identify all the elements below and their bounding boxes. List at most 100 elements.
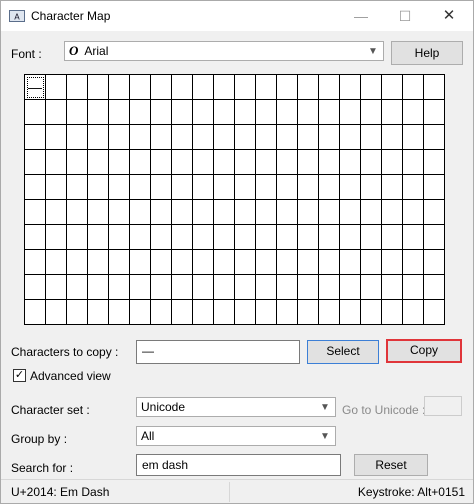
goto-unicode-input[interactable] [424, 396, 462, 416]
character-cell[interactable] [382, 100, 403, 125]
character-cell[interactable] [109, 100, 130, 125]
character-cell[interactable] [340, 300, 361, 325]
character-cell[interactable] [214, 250, 235, 275]
font-select[interactable]: O Arial ▼ [64, 41, 384, 61]
character-cell[interactable] [193, 75, 214, 100]
character-cell[interactable] [130, 75, 151, 100]
character-cell[interactable] [130, 125, 151, 150]
character-cell[interactable] [88, 300, 109, 325]
character-cell[interactable] [298, 300, 319, 325]
character-cell[interactable] [130, 200, 151, 225]
character-cell[interactable] [298, 175, 319, 200]
character-cell[interactable] [277, 200, 298, 225]
character-cell[interactable] [46, 275, 67, 300]
character-cell[interactable] [46, 300, 67, 325]
character-cell[interactable] [319, 175, 340, 200]
character-cell[interactable] [340, 250, 361, 275]
character-cell[interactable] [151, 150, 172, 175]
character-cell[interactable] [214, 175, 235, 200]
character-cell[interactable] [235, 125, 256, 150]
character-cell[interactable] [235, 300, 256, 325]
character-cell[interactable] [25, 300, 46, 325]
character-cell[interactable] [25, 100, 46, 125]
character-cell[interactable] [109, 150, 130, 175]
character-cell[interactable] [109, 125, 130, 150]
character-cell[interactable] [382, 175, 403, 200]
character-cell[interactable] [25, 200, 46, 225]
character-cell[interactable] [403, 150, 424, 175]
character-cell[interactable] [340, 100, 361, 125]
character-cell[interactable] [151, 250, 172, 275]
character-cell[interactable] [256, 75, 277, 100]
character-cell[interactable] [46, 175, 67, 200]
character-cell[interactable] [403, 275, 424, 300]
character-cell[interactable] [67, 300, 88, 325]
character-cell[interactable] [424, 150, 445, 175]
character-cell[interactable] [235, 150, 256, 175]
character-cell[interactable] [256, 175, 277, 200]
character-cell[interactable] [88, 150, 109, 175]
character-cell[interactable] [214, 275, 235, 300]
character-cell[interactable] [298, 250, 319, 275]
character-cell[interactable] [403, 200, 424, 225]
character-cell[interactable] [130, 100, 151, 125]
character-cell[interactable] [172, 75, 193, 100]
character-cell[interactable] [319, 75, 340, 100]
character-cell[interactable] [424, 100, 445, 125]
character-cell[interactable] [193, 150, 214, 175]
character-cell[interactable] [277, 150, 298, 175]
character-cell[interactable] [67, 100, 88, 125]
character-cell[interactable] [298, 125, 319, 150]
character-cell[interactable] [361, 225, 382, 250]
character-cell[interactable] [109, 200, 130, 225]
character-cell[interactable] [193, 300, 214, 325]
character-cell[interactable] [151, 300, 172, 325]
character-cell[interactable] [424, 75, 445, 100]
character-cell[interactable] [67, 250, 88, 275]
character-cell[interactable] [172, 275, 193, 300]
character-cell[interactable] [67, 200, 88, 225]
character-set-select[interactable]: Unicode ▼ [136, 397, 336, 417]
character-cell[interactable] [109, 75, 130, 100]
character-cell[interactable] [256, 250, 277, 275]
character-cell[interactable] [151, 100, 172, 125]
character-cell[interactable] [319, 225, 340, 250]
character-cell[interactable] [382, 150, 403, 175]
character-cell[interactable] [298, 275, 319, 300]
character-grid[interactable]: — [24, 74, 445, 325]
character-cell[interactable] [172, 125, 193, 150]
character-cell[interactable] [193, 275, 214, 300]
character-cell[interactable] [382, 200, 403, 225]
character-cell[interactable] [88, 100, 109, 125]
character-cell[interactable] [109, 175, 130, 200]
character-cell[interactable] [403, 100, 424, 125]
character-cell[interactable] [172, 200, 193, 225]
character-cell[interactable] [403, 125, 424, 150]
title-bar[interactable]: A Character Map — ☐ ✕ [1, 1, 473, 31]
character-cell[interactable] [277, 175, 298, 200]
character-cell[interactable] [130, 175, 151, 200]
character-cell[interactable] [130, 300, 151, 325]
advanced-view-checkbox[interactable]: ✓ [13, 369, 26, 382]
character-cell[interactable] [25, 125, 46, 150]
character-cell[interactable] [361, 125, 382, 150]
help-button[interactable]: Help [391, 41, 463, 65]
character-cell[interactable] [88, 75, 109, 100]
character-cell[interactable] [319, 250, 340, 275]
character-cell[interactable] [424, 250, 445, 275]
character-cell[interactable] [88, 125, 109, 150]
copy-button[interactable]: Copy [386, 339, 462, 363]
character-cell[interactable] [214, 125, 235, 150]
character-cell[interactable] [214, 200, 235, 225]
character-cell[interactable] [277, 275, 298, 300]
character-cell[interactable] [403, 250, 424, 275]
character-cell[interactable] [298, 100, 319, 125]
character-cell[interactable] [319, 300, 340, 325]
character-cell[interactable] [382, 75, 403, 100]
character-cell[interactable] [424, 300, 445, 325]
character-cell[interactable] [277, 300, 298, 325]
character-cell[interactable] [151, 200, 172, 225]
character-cell[interactable] [256, 300, 277, 325]
character-cell[interactable] [277, 250, 298, 275]
character-cell[interactable] [277, 75, 298, 100]
